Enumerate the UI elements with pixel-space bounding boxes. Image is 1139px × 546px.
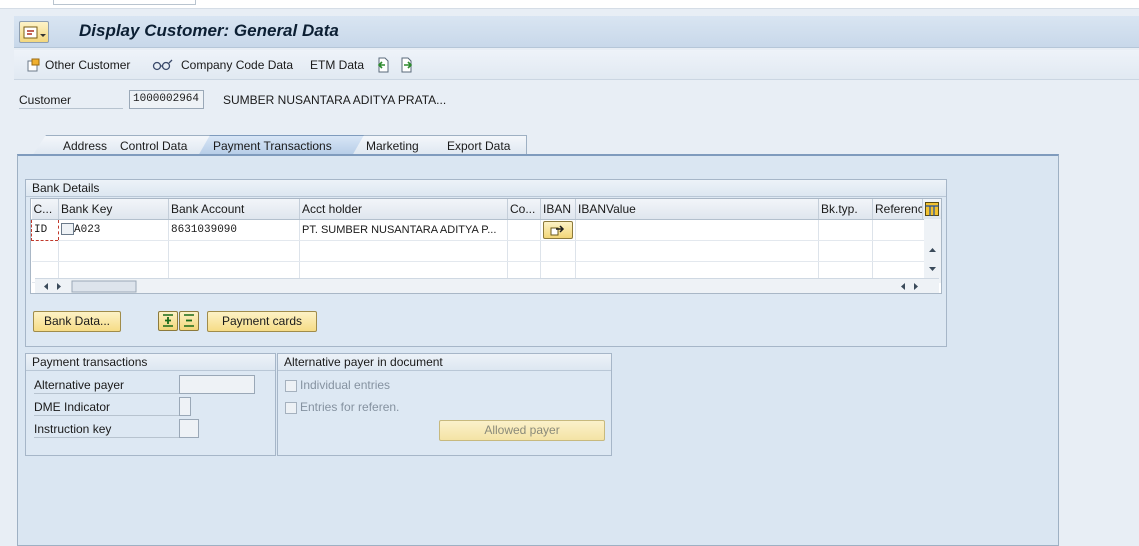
dme-indicator-field[interactable] [179,397,191,416]
column-config-button[interactable] [922,199,941,219]
alternative-payer-label: Alternative payer [34,378,125,392]
tab-export-data-label: Export Data [447,139,511,153]
customer-label-underline [19,108,123,109]
system-menu-icon [23,26,46,39]
cell-reference[interactable] [872,219,929,241]
copy-icon [61,223,74,236]
tab-payment-transactions-label: Payment Transactions [213,139,332,153]
col-header-bk-typ[interactable]: Bk.typ. [818,199,873,220]
iban-button[interactable] [543,220,573,239]
tab-marketing-label: Marketing [366,139,419,153]
application-toolbar: Other Customer Company Code Data ETM Dat… [14,50,1139,80]
scroll-arrows-icon [929,248,936,271]
previous-page-icon [377,57,389,73]
payment-transactions-title: Payment transactions [26,354,275,371]
company-code-data-label: Company Code Data [181,58,294,72]
payment-transactions-group: Payment transactions Alternative payer D… [25,353,276,456]
etm-data-label: ETM Data [310,58,365,72]
bank-details-grid: C... Bank Key Bank Account Acct holder C… [31,199,929,283]
dme-indicator-label: DME Indicator [34,400,111,414]
customer-name-text: SUMBER NUSANTARA ADITYA PRATA... [223,93,447,107]
col-header-country[interactable]: C... [31,199,59,220]
next-page-icon [401,57,413,73]
tab-strip: Address Control Data Payment Transaction… [17,135,1059,546]
col-header-acct-holder[interactable]: Acct holder [299,199,508,220]
cell-bank-key-value: A023 [74,223,101,236]
alternative-payer-underline [34,393,180,394]
bank-data-button[interactable]: Bank Data... [33,311,121,332]
table-row[interactable]: ID A023 8631039090 PT. SUMBER NUSANTARA … [31,218,929,241]
dme-indicator-underline [34,415,180,416]
col-header-bank-key[interactable]: Bank Key [58,199,169,220]
table-header-row: C... Bank Key Bank Account Acct holder C… [31,199,929,220]
tab-control-data-label: Control Data [120,139,188,153]
col-header-iban-value[interactable]: IBANValue [575,199,819,220]
horizontal-scrollbar[interactable] [35,278,939,293]
company-code-data-button[interactable]: Company Code Data [152,56,293,74]
iban-arrow-icon [550,224,565,235]
payment-cards-button[interactable]: Payment cards [207,311,317,332]
bank-details-title: Bank Details [26,180,946,197]
delete-row-button[interactable] [179,311,199,331]
table-settings-icon [925,202,939,216]
cell-acct-holder[interactable]: PT. SUMBER NUSANTARA ADITYA P... [299,219,508,241]
bank-details-group: Bank Details C... Bank Key Bank Account … [25,179,947,347]
horizontal-scroll-controls-icon [44,280,918,293]
alternative-payer-document-group: Alternative payer in document Individual… [277,353,612,456]
cell-iban-value[interactable] [575,219,819,241]
instruction-key-field[interactable] [179,419,199,438]
tab-panel-payment-transactions: Bank Details C... Bank Key Bank Account … [17,154,1059,546]
alternative-payer-document-title: Alternative payer in document [278,354,611,371]
previous-entry-button[interactable] [376,56,394,74]
other-object-icon [27,58,40,72]
window-top-strip [0,0,1139,9]
individual-entries-checkbox[interactable] [285,380,297,392]
system-menu-button[interactable] [19,21,49,43]
col-header-bank-account[interactable]: Bank Account [168,199,300,220]
col-header-reference[interactable]: Referenc [872,199,929,220]
glasses-icon [152,59,173,71]
delete-row-icon [184,314,194,327]
alternative-payer-field[interactable] [179,375,255,394]
etm-data-button[interactable]: ETM Data [310,56,364,74]
next-entry-button[interactable] [400,56,418,74]
instruction-key-underline [34,437,180,438]
cell-country[interactable]: ID [31,218,59,241]
allowed-payer-button[interactable]: Allowed payer [439,420,605,441]
insert-row-icon [163,314,173,327]
other-customer-button[interactable]: Other Customer [27,56,130,74]
other-customer-label: Other Customer [45,58,131,72]
tab-address-label: Address [63,139,108,153]
col-header-iban[interactable]: IBAN [540,199,576,220]
entries-for-reference-checkbox[interactable] [285,402,297,414]
customer-number-field[interactable]: 1000002964 [129,90,204,109]
vertical-scrollbar[interactable] [924,219,941,283]
instruction-key-label: Instruction key [34,422,112,436]
cell-bank-account[interactable]: 8631039090 [168,219,300,241]
entries-for-reference-label: Entries for referen. [300,400,400,414]
tab-payment-transactions[interactable]: Payment Transactions [198,135,369,156]
insert-row-button[interactable] [158,311,178,331]
col-header-co[interactable]: Co... [507,199,541,220]
cell-bank-key[interactable]: A023 [58,219,169,241]
cell-bk-typ[interactable] [818,219,873,241]
tab-export-data[interactable]: Export Data [433,135,527,156]
cell-co[interactable] [507,219,541,241]
individual-entries-label: Individual entries [300,378,391,392]
title-bar: Display Customer: General Data [14,16,1139,48]
command-field[interactable] [53,0,196,5]
page-title: Display Customer: General Data [79,21,339,40]
bank-details-table: C... Bank Key Bank Account Acct holder C… [30,198,942,294]
customer-label: Customer [19,93,72,107]
cell-iban[interactable] [540,219,576,241]
table-row[interactable] [31,240,929,262]
